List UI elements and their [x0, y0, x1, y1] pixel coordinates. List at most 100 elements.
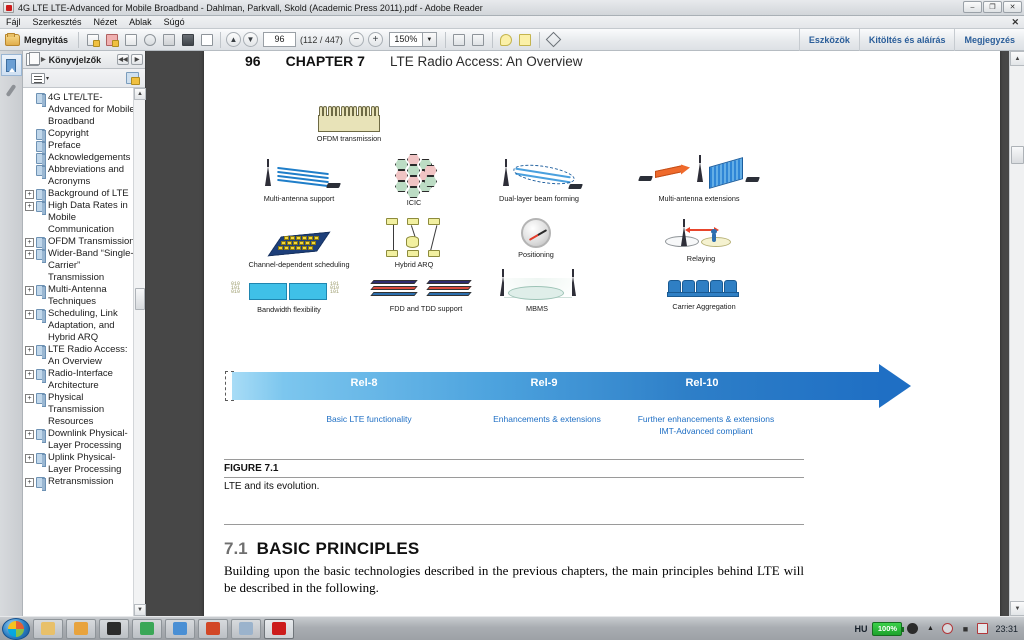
expand-bookmark-icon[interactable]: + — [25, 370, 34, 379]
bookmark-item[interactable]: + Physical Transmission Resources — [23, 392, 144, 428]
taskbar-item-chrome[interactable] — [132, 618, 162, 639]
expand-bookmark-icon[interactable]: + — [25, 454, 34, 463]
icic-cell — [395, 181, 408, 192]
bookmark-options-icon[interactable] — [31, 72, 45, 84]
bookmark-item[interactable]: + Wider-Band “Single-Carrier” Transmissio… — [23, 248, 144, 284]
expand-panel-button[interactable]: ▶ — [131, 54, 143, 65]
expand-bookmark-icon[interactable]: + — [25, 478, 34, 487]
bookmark-item[interactable]: + High Data Rates in Mobile Communication — [23, 200, 144, 236]
menu-item-edit[interactable]: Szerkesztés — [27, 17, 88, 27]
volume-muted-icon[interactable] — [942, 623, 954, 634]
page-thumbnails-icon[interactable] — [26, 52, 40, 66]
document-viewport[interactable]: 96 CHAPTER 7 LTE Radio Access: An Overvi… — [146, 51, 1024, 616]
page-number-input[interactable]: 96 — [263, 32, 297, 47]
bookmark-options-caret-icon[interactable]: ▾ — [46, 75, 49, 82]
save-icon[interactable] — [160, 31, 177, 48]
expand-bookmark-icon[interactable]: + — [25, 430, 34, 439]
taskbar-item-calculator[interactable] — [231, 618, 261, 639]
fit-page-icon[interactable] — [470, 31, 487, 48]
document-close-icon[interactable]: ✕ — [1011, 17, 1019, 28]
language-indicator[interactable]: HU — [854, 624, 867, 634]
bookmark-item[interactable]: + Retransmission — [23, 476, 144, 491]
document-scroll-down-icon[interactable]: ▼ — [1010, 601, 1024, 616]
taskbar-item-adobe-reader[interactable] — [264, 618, 294, 639]
zoom-level-input[interactable]: 150% — [388, 32, 423, 47]
menu-item-file[interactable]: Fájl — [0, 17, 27, 27]
bookmark-item[interactable]: Abbreviations and Acronyms — [23, 164, 144, 188]
upload-cloud-icon[interactable] — [141, 31, 158, 48]
bookmark-item[interactable]: + Radio-Interface Architecture — [23, 368, 144, 392]
expand-bookmark-icon[interactable]: + — [25, 310, 34, 319]
secure-pdf-icon[interactable] — [103, 31, 120, 48]
document-scroll-up-icon[interactable]: ▲ — [1010, 51, 1024, 66]
email-icon[interactable] — [198, 31, 215, 48]
clock[interactable]: 23:31 — [993, 624, 1018, 634]
bookmarks-scroll-thumb[interactable] — [135, 288, 145, 310]
maximize-button[interactable]: ❐ — [983, 1, 1002, 13]
read-mode-icon[interactable] — [545, 31, 562, 48]
new-bookmark-icon[interactable] — [126, 72, 140, 85]
zoom-dropdown-icon[interactable]: ▼ — [422, 32, 437, 47]
bookmark-item[interactable]: Acknowledgements — [23, 152, 144, 167]
expand-bookmark-icon[interactable]: + — [25, 238, 34, 247]
bookmarks-scroll-up-icon[interactable]: ▲ — [134, 88, 146, 100]
bookmark-item[interactable]: + Downlink Physical-Layer Processing — [23, 428, 144, 452]
taskbar-item-photoshop[interactable] — [99, 618, 129, 639]
zoom-out-button[interactable]: − — [348, 32, 364, 47]
menu-item-window[interactable]: Ablak — [123, 17, 158, 27]
document-scroll-thumb[interactable] — [1011, 146, 1024, 164]
feature-carrier-aggregation: Carrier Aggregation — [644, 274, 764, 311]
bookmark-item[interactable]: + Uplink Physical-Layer Processing — [23, 452, 144, 476]
bookmark-item[interactable]: + OFDM Transmission — [23, 236, 144, 251]
taskbar-item-explorer[interactable] — [33, 618, 63, 639]
menu-item-view[interactable]: Nézet — [88, 17, 124, 27]
close-button[interactable]: ✕ — [1003, 1, 1022, 13]
expand-bookmark-icon[interactable]: + — [25, 202, 34, 211]
bookmark-item[interactable]: + LTE Radio Access: An Overview — [23, 344, 144, 368]
print-icon[interactable] — [179, 31, 196, 48]
menu-item-help[interactable]: Súgó — [158, 17, 191, 27]
taskbar-item-media-player[interactable] — [66, 618, 96, 639]
bookmark-item[interactable]: + Scheduling, Link Adaptation, and Hybrid… — [23, 308, 144, 344]
tools-link[interactable]: Eszközök — [798, 28, 859, 51]
document-scrollbar[interactable]: ▲ ▼ — [1009, 51, 1024, 616]
expand-bookmark-icon[interactable]: + — [25, 190, 34, 199]
sign-icon[interactable] — [122, 31, 139, 48]
comment-link[interactable]: Megjegyzés — [954, 28, 1024, 51]
bookmarks-panel-toggle[interactable] — [0, 54, 22, 76]
sticky-note-icon[interactable] — [498, 31, 515, 48]
battery-indicator[interactable]: 100% — [872, 621, 905, 636]
bookmarks-scroll-down-icon[interactable]: ▼ — [134, 604, 146, 616]
bookmark-item[interactable]: + Background of LTE — [23, 188, 144, 203]
fit-width-icon[interactable] — [451, 31, 468, 48]
bookmark-item[interactable]: + Multi-Antenna Techniques — [23, 284, 144, 308]
attachments-panel-toggle[interactable] — [1, 79, 22, 101]
expand-bookmark-icon[interactable]: + — [25, 250, 34, 259]
minimize-button[interactable]: – — [963, 1, 982, 13]
bookmarks-scrollbar[interactable]: ▲ ▼ — [133, 88, 146, 616]
next-page-icon[interactable]: ▼ — [243, 32, 259, 47]
fill-and-sign-link[interactable]: Kitöltés és aláírás — [858, 28, 955, 51]
create-pdf-icon[interactable] — [84, 31, 101, 48]
previous-page-icon[interactable]: ▲ — [226, 32, 242, 47]
zoom-in-button[interactable]: + — [367, 32, 383, 47]
show-hidden-icons-icon[interactable]: ▲ — [923, 622, 937, 636]
power-plug-icon[interactable] — [907, 623, 919, 634]
taskbar-item-video-app[interactable] — [165, 618, 195, 639]
open-button[interactable]: Megnyitás — [0, 32, 74, 46]
feature-mbms: MBMS — [482, 269, 592, 313]
bookmark-item[interactable]: Preface — [23, 140, 144, 155]
expand-bookmark-icon[interactable]: + — [25, 394, 34, 403]
highlight-text-icon[interactable] — [517, 31, 534, 48]
start-button[interactable] — [2, 617, 30, 640]
panel-expand-triangle-icon[interactable]: ▶ — [41, 56, 46, 63]
bookmarks-list[interactable]: 4G LTE/LTE-Advanced for Mobile Broadband… — [23, 88, 145, 616]
bookmark-item[interactable]: 4G LTE/LTE-Advanced for Mobile Broadband — [23, 92, 144, 128]
expand-bookmark-icon[interactable]: + — [25, 346, 34, 355]
bookmark-item[interactable]: Copyright — [23, 128, 144, 143]
taskbar-item-powerpoint[interactable] — [198, 618, 228, 639]
expand-bookmark-icon[interactable]: + — [25, 286, 34, 295]
network-signal-icon[interactable]: ■ — [958, 622, 972, 636]
action-center-alert-icon[interactable] — [977, 623, 989, 634]
collapse-panel-button[interactable]: ◀◀ — [117, 54, 129, 65]
